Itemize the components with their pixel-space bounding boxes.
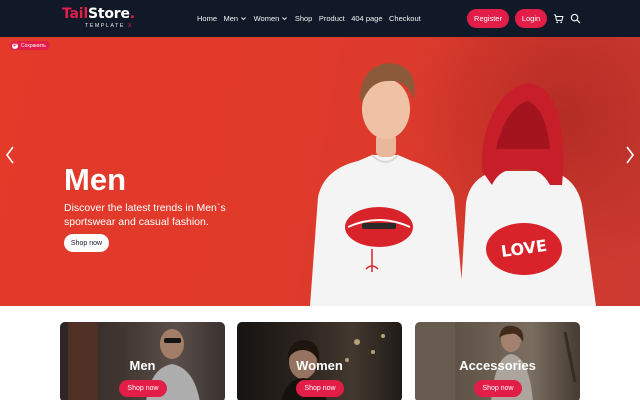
nav-item-shop[interactable]: Shop <box>295 14 313 23</box>
hero-description: Discover the latest trends in Men`s spor… <box>64 202 226 228</box>
search-icon[interactable] <box>570 13 581 24</box>
slider-prev-arrow-icon[interactable] <box>4 145 16 165</box>
category-shop-now-button[interactable]: Shop now <box>474 380 522 397</box>
category-card-men[interactable]: Men Shop now <box>60 322 225 400</box>
nav-item-women[interactable]: Women <box>254 14 289 23</box>
main-nav: Home Men Women Shop Product 404 page Che… <box>197 0 421 37</box>
slider-next-arrow-icon[interactable] <box>624 145 636 165</box>
register-button[interactable]: Register <box>467 9 509 28</box>
nav-item-men[interactable]: Men <box>224 14 248 23</box>
logo[interactable]: TailStore. TEMPLATE X <box>62 6 142 32</box>
nav-item-product[interactable]: Product <box>319 14 345 23</box>
category-shop-now-button[interactable]: Shop now <box>119 380 167 397</box>
login-button[interactable]: Login <box>515 9 547 28</box>
category-title: Women <box>296 358 343 373</box>
navbar: TailStore. TEMPLATE X Home Men Women Sho… <box>0 0 640 37</box>
hero-models-image: LOVE <box>310 63 596 306</box>
category-card-accessories[interactable]: Accessories Shop now <box>415 322 580 400</box>
logo-wordmark: TailStore. <box>62 6 135 22</box>
hero-title: Men <box>64 162 126 197</box>
chevron-down-icon <box>282 17 288 21</box>
category-shop-now-button[interactable]: Shop now <box>296 380 344 397</box>
hero-shop-now-button[interactable]: Shop now <box>64 234 109 252</box>
category-cards: Men Shop now Women Shop now Accessories … <box>0 306 640 400</box>
category-title: Accessories <box>459 358 536 373</box>
pinterest-save-button[interactable]: P Сохранить <box>10 41 50 50</box>
nav-item-home[interactable]: Home <box>197 14 217 23</box>
hero-slider: LOVE P Сохранить Men Discover the latest … <box>0 37 640 306</box>
logo-subtitle: TEMPLATE X <box>85 23 133 29</box>
nav-item-404[interactable]: 404 page <box>351 14 382 23</box>
category-card-women[interactable]: Women Shop now <box>237 322 402 400</box>
cart-icon[interactable] <box>553 13 564 24</box>
nav-item-checkout[interactable]: Checkout <box>389 14 421 23</box>
chevron-down-icon <box>241 17 247 21</box>
category-title: Men <box>129 358 156 373</box>
pinterest-icon: P <box>12 42 18 49</box>
